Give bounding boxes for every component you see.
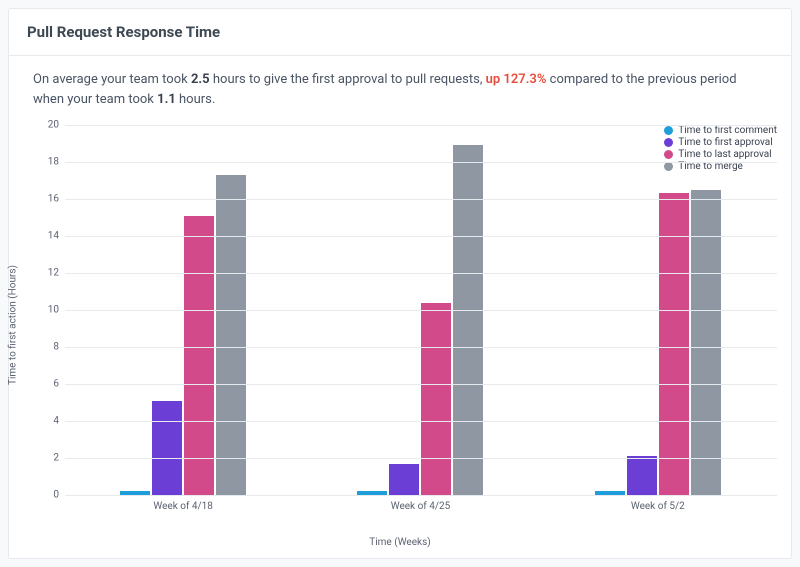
summary-text: hours. [176, 92, 216, 107]
y-tick: 2 [53, 453, 65, 464]
grid-line [65, 199, 777, 200]
card-title: Pull Request Response Time [27, 23, 773, 41]
bar [389, 464, 419, 495]
delta-up: up 127.3% [486, 72, 547, 87]
y-tick: 6 [53, 379, 65, 390]
avg-current: 2.5 [191, 72, 210, 87]
y-tick: 16 [48, 194, 65, 205]
grid-line [65, 310, 777, 311]
grid-line [65, 125, 777, 126]
grid-line [65, 236, 777, 237]
bar [184, 216, 214, 495]
grid-line [65, 162, 777, 163]
summary-text: hours to give the first approval to pull… [210, 72, 486, 87]
y-tick: 4 [53, 416, 65, 427]
card-summary: On average your team took 2.5 hours to g… [9, 56, 791, 115]
y-tick: 10 [48, 305, 65, 316]
bar [627, 456, 657, 495]
y-tick: 12 [48, 268, 65, 279]
grid-line [65, 273, 777, 274]
bar [152, 401, 182, 495]
x-tick: Week of 5/2 [631, 495, 685, 512]
y-tick: 0 [53, 490, 65, 501]
grid-line [65, 458, 777, 459]
card-header: Pull Request Response Time [9, 9, 791, 56]
response-time-card: Pull Request Response Time On average yo… [8, 8, 792, 559]
chart: Time to first commentTime to first appro… [9, 115, 791, 535]
x-tick: Week of 4/25 [391, 495, 451, 512]
grid-line [65, 347, 777, 348]
x-tick: Week of 4/18 [153, 495, 213, 512]
bar [453, 145, 483, 495]
y-tick: 18 [48, 157, 65, 168]
bar [659, 193, 689, 495]
plot-area: Week of 4/18Week of 4/25Week of 5/2 0246… [65, 125, 777, 495]
x-axis-label: Time (Weeks) [9, 535, 791, 558]
avg-prev: 1.1 [157, 92, 176, 107]
summary-text: On average your team took [33, 72, 191, 87]
y-tick: 8 [53, 342, 65, 353]
y-tick: 14 [48, 231, 65, 242]
bar [216, 175, 246, 495]
grid-line [65, 421, 777, 422]
y-axis-label: Time to first action (Hours) [8, 265, 19, 385]
y-tick: 20 [48, 120, 65, 131]
grid-line [65, 384, 777, 385]
grid-line [65, 495, 777, 496]
bar [421, 303, 451, 495]
